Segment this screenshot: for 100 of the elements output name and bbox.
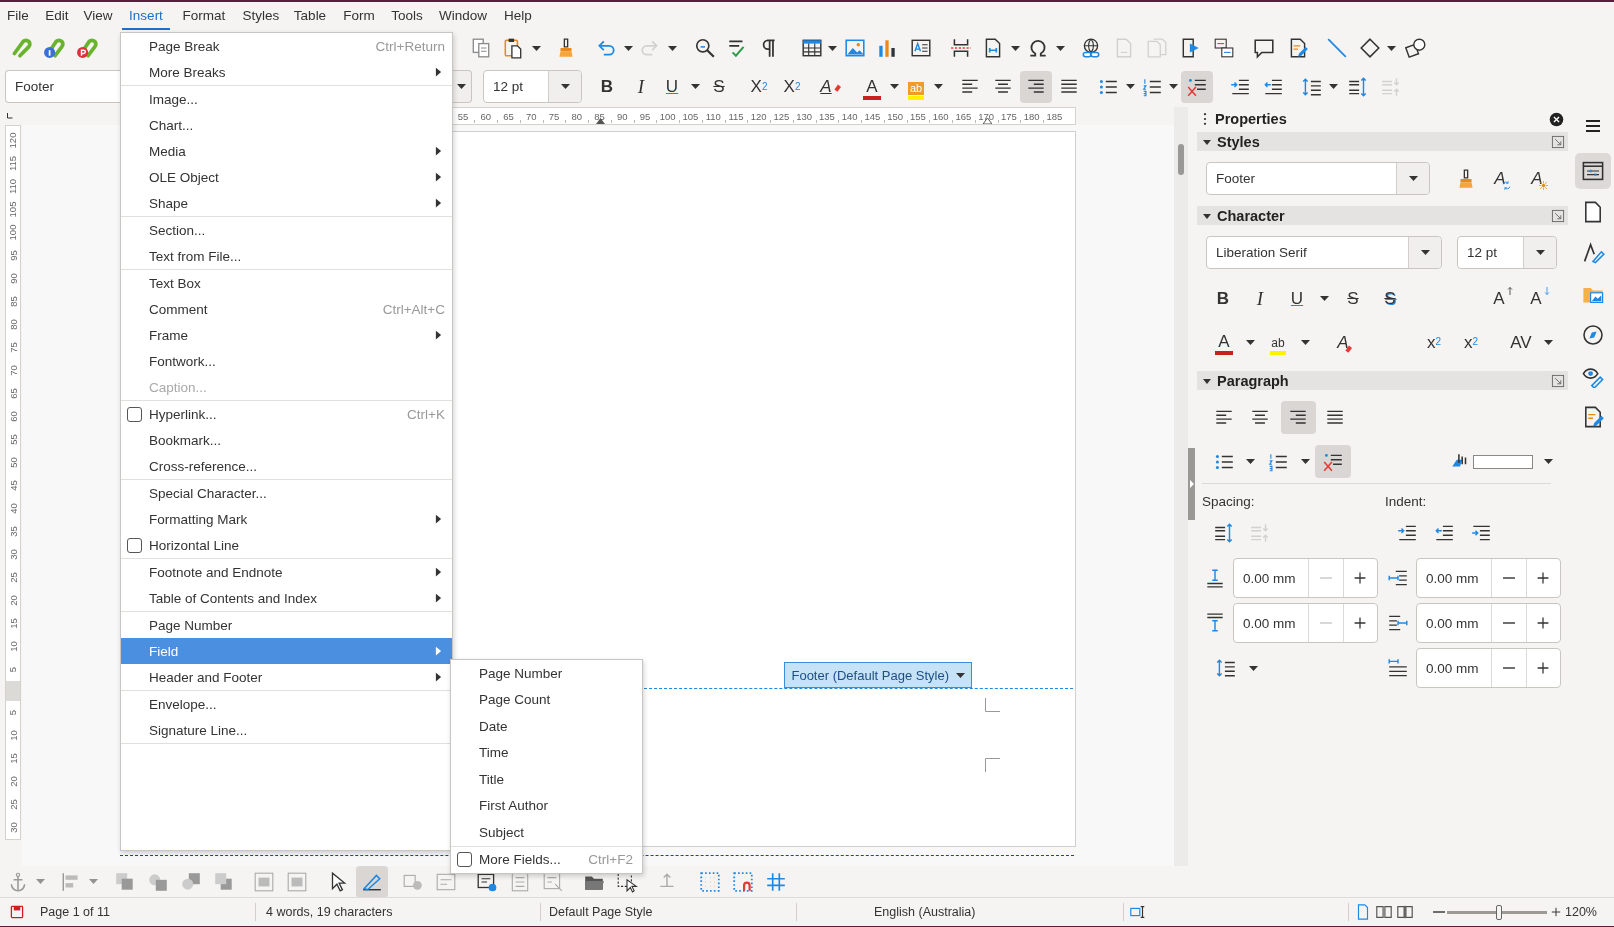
align-right-button[interactable] [1280,401,1316,434]
section-header[interactable]: Styles [1197,132,1568,151]
footer-tag[interactable]: Footer (Default Page Style) [784,662,972,688]
indent-before-field[interactable]: 0.00 mm [1416,558,1561,598]
caret-icon[interactable] [1328,84,1338,89]
scrollbar[interactable] [1178,144,1184,175]
menu-title[interactable]: Form [339,2,379,30]
menu-title[interactable]: Tools [387,2,427,30]
more-options-icon[interactable] [1551,373,1565,388]
line-spacing-icon[interactable] [1301,75,1323,98]
image-icon[interactable] [844,37,866,59]
menu-item[interactable]: Page Number [451,660,642,687]
clear-formatting-button[interactable]: A [820,74,844,99]
first-line-indent-field[interactable]: 0.00 mm [1416,648,1561,688]
chart-icon[interactable] [876,37,898,59]
menu-item[interactable]: Section... [121,217,452,243]
menu-item[interactable]: Comment Ctrl+Alt+C [121,296,452,322]
menu-item[interactable]: Text Box [121,270,452,296]
snap-grid-icon[interactable] [732,870,754,893]
strikethrough-button[interactable]: S [711,74,727,99]
menu-item[interactable]: Chart... [121,112,452,138]
caret-icon[interactable] [956,672,965,678]
new-style-button[interactable]: A [1531,166,1549,191]
more-options-icon[interactable] [1551,208,1565,223]
sidebar-collapse-handle[interactable] [1188,448,1195,520]
more-options-icon[interactable] [1551,134,1565,149]
menu-title[interactable]: Styles [238,2,284,30]
menu-item[interactable]: Cross-reference... [121,453,452,479]
caret-icon[interactable] [1125,84,1135,89]
font-name-field[interactable]: Liberation Serif [1206,236,1442,269]
zoom-slider-thumb[interactable] [1496,904,1502,920]
menu-title[interactable]: Edit [41,2,73,30]
superscript-button[interactable]: x$^{2}$ [1426,330,1442,354]
menu-item[interactable]: Formatting Mark [121,506,452,532]
document-modified-icon[interactable] [9,904,25,920]
menu-item[interactable]: Shape [121,190,452,216]
line-spacing-icon[interactable] [1215,657,1237,679]
space-below-field[interactable]: 0.00 mm [1233,603,1378,643]
diamond-icon[interactable] [1359,37,1381,59]
caret-icon[interactable] [623,45,633,51]
menu-title[interactable]: Format [179,2,229,30]
menu-item[interactable]: Page Count [451,686,642,713]
highlight-button[interactable]: ab [1270,329,1286,355]
caret-icon[interactable] [1055,45,1065,51]
no-list-button[interactable] [1315,445,1351,478]
menu-item[interactable]: OLE Object [121,164,452,190]
paragraph-style-field[interactable]: Footer [5,70,120,103]
search-icon[interactable] [694,37,716,59]
menu-item[interactable]: More Fields... Ctrl+F2 [451,846,642,873]
menu-item[interactable]: Envelope... [121,691,452,717]
helplines-icon[interactable] [765,870,787,893]
menu-item[interactable]: Frame [121,322,452,348]
caret-icon[interactable] [1543,459,1553,464]
caret-icon[interactable] [1168,84,1178,89]
extension-icon[interactable] [76,37,98,59]
menu-item[interactable]: Date [451,713,642,740]
caret-icon[interactable] [457,84,466,89]
menu-title[interactable]: Window [436,2,490,30]
clear-formatting-button[interactable]: A [1337,330,1355,354]
properties-tab[interactable] [1574,153,1611,189]
menu-title[interactable]: Help [500,2,536,30]
checkbox[interactable] [127,406,142,422]
bring-to-front-icon[interactable] [114,870,136,893]
book-view-icon[interactable] [1396,903,1414,921]
draw-functions-button[interactable] [356,865,388,898]
caret-icon[interactable] [1535,250,1545,255]
caret-icon[interactable] [1408,176,1418,181]
paragraph-style-field[interactable]: Footer [1206,162,1430,195]
menu-item[interactable]: Subject [451,819,642,846]
caret-icon[interactable] [1245,459,1255,464]
font-size-field[interactable]: 12 pt [483,70,582,103]
menu-title[interactable]: View [80,2,116,30]
space-above-field[interactable]: 0.00 mm [1233,558,1378,598]
close-icon[interactable] [1547,110,1565,128]
italic-button[interactable]: I [633,74,649,99]
section-header[interactable]: Character [1197,206,1568,225]
caret-icon[interactable] [1300,459,1310,464]
menu-item[interactable]: Header and Footer [121,664,452,690]
font-size-field[interactable]: 12 pt [1457,236,1557,269]
grow-font-button[interactable]: A [1493,286,1515,310]
bold-button[interactable]: B [599,74,615,99]
color-swatch[interactable] [1473,454,1533,469]
cross-reference-icon[interactable] [1213,37,1235,59]
page-break-icon[interactable] [950,37,972,59]
strikethrough-button[interactable]: S [1345,286,1361,310]
menu-item[interactable]: Special Character... [121,480,452,506]
italic-button[interactable]: I [1252,286,1268,310]
caret-icon[interactable] [889,84,899,89]
copy-icon[interactable] [470,37,492,59]
caret-icon[interactable] [690,84,700,89]
menu-item[interactable]: Title [451,766,642,793]
align-right-button[interactable] [1020,70,1052,103]
underline-button[interactable]: U [1289,286,1305,310]
caret-icon[interactable] [560,84,570,89]
bold-button[interactable]: B [1215,286,1231,310]
zoom-in-icon[interactable] [1549,905,1563,919]
menu-item[interactable]: More Breaks [121,59,452,85]
menu-item[interactable]: Table of Contents and Index [121,585,452,611]
checkbox[interactable] [457,852,472,868]
menu-item[interactable]: Page Number [121,612,452,638]
